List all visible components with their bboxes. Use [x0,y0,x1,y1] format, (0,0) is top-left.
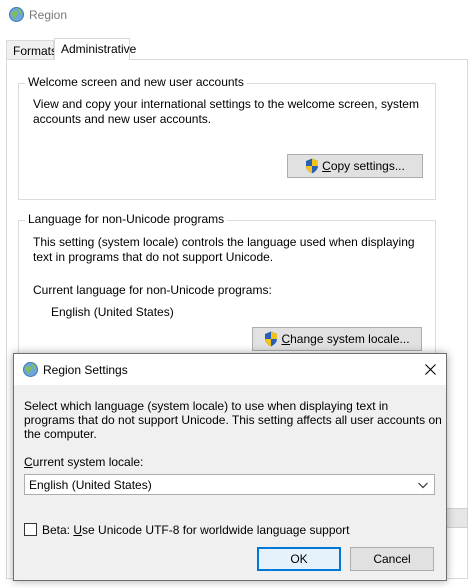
dialog-description: Select which language (system locale) to… [24,399,442,441]
current-language-value: English (United States) [51,305,174,319]
welcome-screen-group: Welcome screen and new user accounts Vie… [18,75,436,200]
group-description: This setting (system locale) controls th… [33,235,415,264]
copy-settings-button[interactable]: Copy settings... [287,154,423,178]
region-titlebar[interactable]: Region [0,0,474,31]
group-title: Welcome screen and new user accounts [25,75,247,89]
current-system-locale-label: Current system locale: [24,455,144,469]
tab-administrative[interactable]: Administrative [54,38,136,60]
globe-icon [23,362,38,377]
close-icon [424,364,436,375]
tab-formats[interactable]: Formats [6,40,58,59]
chevron-down-icon [418,482,428,489]
tab-label: Administrative [61,42,137,56]
button-label: Change system locale... [281,332,410,346]
window-title: Region [29,8,68,22]
globe-icon [9,7,24,22]
uac-shield-icon [265,331,278,347]
ok-button[interactable]: OK [257,547,341,571]
tab-label: Formats [13,44,58,58]
tab-strip: Formats Administrative [0,38,474,60]
cancel-button[interactable]: Cancel [350,547,434,571]
group-title: Language for non-Unicode programs [25,212,228,226]
current-language-label: Current language for non-Unicode program… [33,283,272,297]
button-label: Copy settings... [322,159,405,173]
dialog-titlebar[interactable]: Region Settings [14,354,446,385]
non-unicode-language-group: Language for non-Unicode programs This s… [18,212,436,370]
region-settings-dialog: Region Settings Select which language (s… [13,353,447,581]
beta-utf8-label[interactable]: Beta: Use Unicode UTF-8 for worldwide la… [42,523,350,537]
group-description: View and copy your international setting… [33,97,419,126]
system-locale-dropdown[interactable]: English (United States) [24,474,435,495]
change-system-locale-button[interactable]: Change system locale... [252,327,422,351]
dialog-title: Region Settings [43,363,128,377]
beta-utf8-checkbox[interactable] [24,523,37,536]
close-button[interactable] [414,354,446,385]
uac-shield-icon [306,158,319,174]
dropdown-selected-value: English (United States) [29,478,152,492]
